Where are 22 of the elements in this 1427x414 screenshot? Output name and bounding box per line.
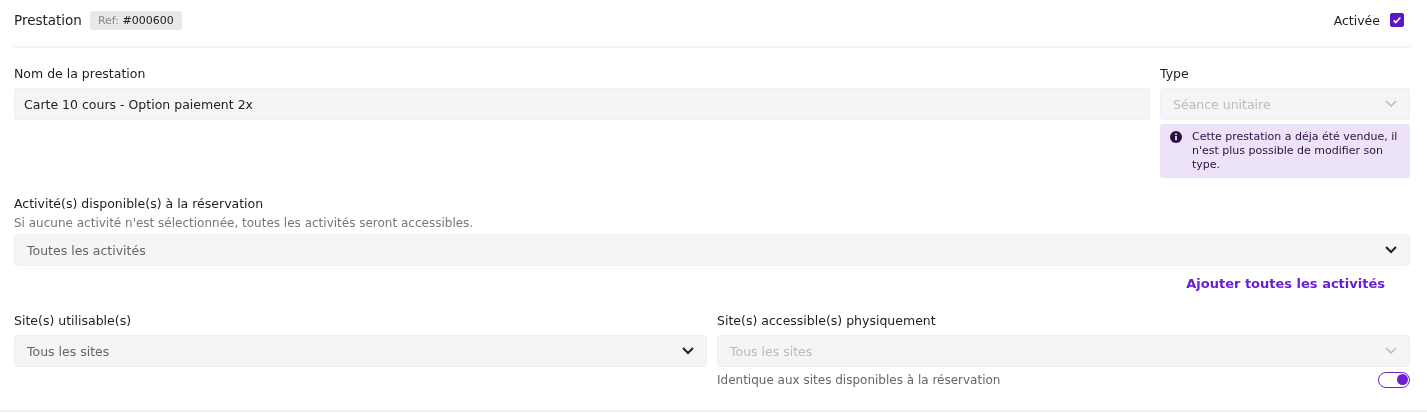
field-label: Site(s) accessible(s) physiquement (717, 313, 937, 330)
field-label: Activité(s) disponible(s) à la réservation (14, 196, 265, 213)
active-checkbox[interactable] (1390, 13, 1404, 27)
active-label: Activée (1333, 12, 1380, 28)
section-title: Prestation (14, 12, 82, 28)
chevron-down-icon (1385, 246, 1397, 254)
sites-select[interactable]: Tous les sites (14, 335, 707, 367)
notice-text: Cette prestation a déja été vendue, il n'est plus possible de modifier son type. (1192, 130, 1399, 172)
activities-select[interactable]: Toutes les activités (14, 234, 1410, 266)
field-label: Type (1160, 66, 1190, 83)
field-hint: Si aucune activité n'est sélectionnée, toutes les activités seront accessibles. (14, 216, 475, 230)
add-all-link[interactable]: Ajouter toutes les activités (1186, 276, 1385, 291)
chevron-down-icon (1385, 100, 1397, 108)
chevron-down-icon (682, 347, 694, 355)
ref-badge: Ref: #000600 (89, 10, 182, 30)
chevron-down-icon (1385, 347, 1397, 355)
field-label: Site(s) utilisable(s) (14, 313, 133, 330)
name-input[interactable]: Carte 10 cours - Option paiement 2x (14, 88, 1150, 120)
check-icon (1392, 15, 1402, 25)
info-icon (1170, 131, 1182, 143)
toggle-label: Identique aux sites disponibles à la réservation (717, 373, 1001, 387)
field-label: Nom de la prestation (14, 66, 147, 83)
